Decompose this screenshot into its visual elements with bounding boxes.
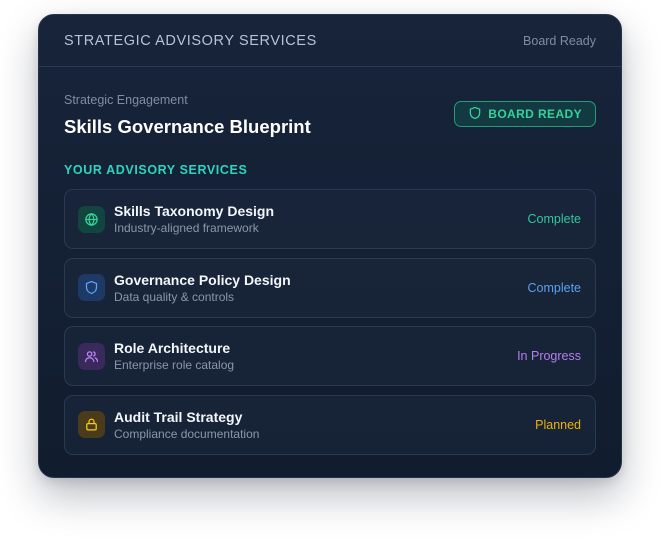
service-text: Role Architecture Enterprise role catalo… <box>114 340 517 372</box>
board-ready-badge: BOARD READY <box>454 101 596 127</box>
services-list: Skills Taxonomy Design Industry-aligned … <box>64 189 596 455</box>
service-text: Skills Taxonomy Design Industry-aligned … <box>114 203 528 235</box>
service-name: Governance Policy Design <box>114 271 291 288</box>
globe-icon <box>78 205 105 233</box>
service-name: Audit Trail Strategy <box>114 408 243 425</box>
service-item[interactable]: Skills Taxonomy Design Industry-aligned … <box>64 189 596 249</box>
section-label: YOUR ADVISORY SERVICES <box>64 163 248 177</box>
service-description: Enterprise role catalog <box>114 358 235 372</box>
service-status: Complete <box>527 280 582 295</box>
service-item[interactable]: Audit Trail Strategy Compliance document… <box>64 394 596 455</box>
advisory-card: STRATEGIC ADVISORY SERVICES Board Ready … <box>38 14 622 478</box>
service-description: Industry-aligned framework <box>114 221 259 235</box>
service-description: Data quality & controls <box>114 289 235 304</box>
service-name: Skills Taxonomy Design <box>114 203 275 219</box>
engagement-label: Strategic Engagement <box>64 93 188 107</box>
card-title: STRATEGIC ADVISORY SERVICES <box>64 32 317 49</box>
card-body: Strategic Engagement Skills Governance B… <box>39 93 621 455</box>
service-text: Audit Trail Strategy Compliance document… <box>114 409 535 441</box>
engagement-info: Strategic Engagement Skills Governance B… <box>64 93 311 138</box>
lock-icon <box>78 411 105 438</box>
shield-icon <box>468 106 482 123</box>
header-status: Board Ready <box>523 33 596 48</box>
card-header: STRATEGIC ADVISORY SERVICES Board Ready <box>39 15 621 67</box>
shield-icon <box>78 274 105 301</box>
service-status: Planned <box>535 417 581 432</box>
service-text: Governance Policy Design Data quality & … <box>114 272 528 304</box>
service-status: In Progress <box>517 349 581 363</box>
service-description: Compliance documentation <box>114 426 260 441</box>
users-icon <box>78 342 105 370</box>
engagement-row: Strategic Engagement Skills Governance B… <box>64 93 596 138</box>
service-item[interactable]: Role Architecture Enterprise role catalo… <box>64 326 596 386</box>
badge-label: BOARD READY <box>488 107 582 121</box>
service-name: Role Architecture <box>114 340 231 356</box>
service-item[interactable]: Governance Policy Design Data quality & … <box>64 257 596 318</box>
service-status: Complete <box>527 212 582 226</box>
engagement-title: Skills Governance Blueprint <box>64 116 311 137</box>
